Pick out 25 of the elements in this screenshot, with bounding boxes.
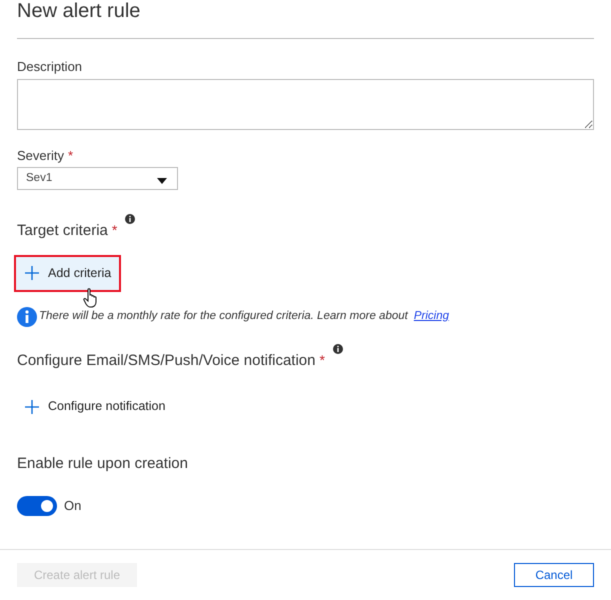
required-mark: * (68, 146, 74, 164)
required-mark: * (112, 221, 118, 240)
plus-icon (24, 265, 40, 281)
pricing-note: There will be a monthly rate for the configured criteria. Learn more about (39, 308, 408, 324)
severity-dropdown[interactable]: Sev1 (17, 167, 178, 190)
add-button[interactable]: Configure notification (14, 388, 176, 425)
cancel-button[interactable]: Cancel (514, 563, 594, 587)
field-label: Description (17, 58, 84, 76)
description-field[interactable] (17, 78, 594, 130)
caret-icon (157, 178, 167, 184)
pricing-link[interactable]: Pricing (414, 308, 449, 326)
page-title: New alert rule (17, 0, 142, 22)
add-button[interactable]: Add criteria (14, 254, 122, 292)
hand-cursor-icon (83, 288, 99, 308)
toggle-label: On (64, 496, 82, 515)
info-icon (332, 344, 343, 354)
toggle-switch[interactable] (17, 496, 57, 516)
section-heading: Configure Email/SMS/Push/Voice notification (17, 350, 316, 370)
section-heading: Enable rule upon creation (17, 454, 189, 474)
field-label: Severity (17, 146, 64, 165)
info-icon (125, 214, 136, 224)
plus-icon (24, 398, 40, 414)
required-mark: * (319, 350, 325, 370)
section-heading: Target criteria (17, 221, 108, 241)
info-icon (17, 306, 37, 326)
